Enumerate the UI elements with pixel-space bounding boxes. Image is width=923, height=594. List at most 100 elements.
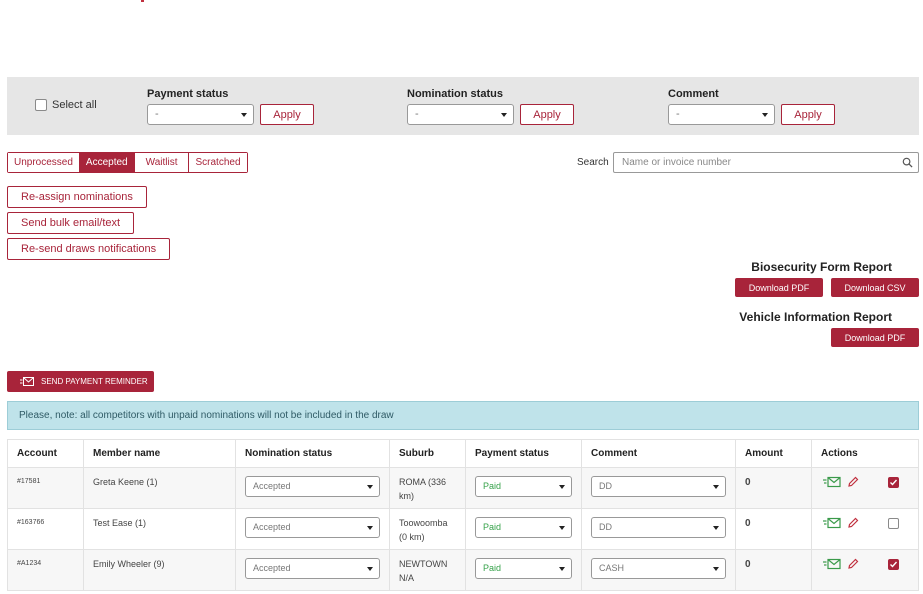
header-amount: Amount [735, 439, 812, 468]
row-checkbox[interactable] [888, 558, 899, 570]
search-icon[interactable] [902, 157, 913, 168]
envelope-icon [20, 377, 34, 386]
caret-down-icon [713, 526, 719, 530]
caret-down-icon [559, 485, 565, 489]
suburb-cell: NEWTOWN N/A [389, 549, 466, 591]
comment-select[interactable]: DD [591, 476, 726, 497]
account-cell: #163766 [7, 508, 84, 550]
caret-down-icon [713, 485, 719, 489]
search-input[interactable]: Name or invoice number [613, 152, 919, 173]
nomination-status-cell: Accepted [235, 508, 390, 550]
send-bulk-email-button[interactable]: Send bulk email/text [7, 212, 135, 234]
pencil-icon[interactable] [847, 476, 859, 488]
nomination-status-label: Nomination status [407, 88, 503, 100]
comment-cell: DD [581, 508, 736, 550]
header-nomination-status: Nomination status [235, 439, 390, 468]
table-row: #A1234 Emily Wheeler (9) Accepted NEWTOW… [7, 549, 919, 591]
nominations-table: Account Member name Nomination status Su… [7, 439, 919, 591]
payment-status-select[interactable]: Paid [475, 517, 572, 538]
send-payment-reminder-button[interactable]: SEND PAYMENT REMINDER [7, 371, 154, 392]
search-label: Search [577, 157, 609, 168]
payment-status-select[interactable]: Paid [475, 476, 572, 497]
header-payment-status: Payment status [465, 439, 582, 468]
payment-status-select[interactable]: - [147, 104, 254, 125]
table-header-row: Account Member name Nomination status Su… [7, 439, 919, 468]
send-email-icon[interactable] [823, 558, 841, 570]
tab-waitlist[interactable]: Waitlist [134, 153, 190, 172]
caret-down-icon [241, 113, 247, 117]
nomination-status-select[interactable]: Accepted [245, 476, 380, 497]
pencil-icon[interactable] [847, 517, 859, 529]
header-member-name: Member name [83, 439, 236, 468]
reassign-nominations-button[interactable]: Re-assign nominations [7, 186, 147, 208]
account-cell: #A1234 [7, 549, 84, 591]
check-icon [890, 561, 898, 568]
actions-cell [811, 508, 919, 550]
header-account: Account [7, 439, 84, 468]
row-checkbox[interactable] [888, 517, 899, 529]
header-suburb: Suburb [389, 439, 466, 468]
resend-draws-button[interactable]: Re-send draws notifications [7, 238, 171, 260]
nomination-status-select[interactable]: - [407, 104, 514, 125]
comment-cell: DD [581, 467, 736, 509]
select-all-checkbox[interactable] [35, 99, 47, 111]
comment-label: Comment [668, 88, 719, 100]
caret-down-icon [559, 567, 565, 571]
biosecurity-report-title: Biosecurity Form Report [751, 260, 892, 274]
payment-status-filter: Payment status - Apply [147, 88, 314, 125]
payment-status-apply-button[interactable]: Apply [260, 104, 314, 125]
member-name-cell: Test Ease (1) [83, 508, 236, 550]
payment-status-cell: Paid [465, 549, 582, 591]
caret-down-icon [559, 526, 565, 530]
nomination-status-apply-button[interactable]: Apply [520, 104, 574, 125]
nomination-status-cell: Accepted [235, 467, 390, 509]
comment-filter: Comment - Apply [668, 88, 835, 125]
nomination-status-select[interactable]: Accepted [245, 517, 380, 538]
table-row: #17581 Greta Keene (1) Accepted ROMA (33… [7, 467, 919, 509]
vehicle-download-pdf-button[interactable]: Download PDF [831, 328, 919, 347]
header-actions: Actions [811, 439, 919, 468]
select-all-label: Select all [52, 99, 97, 111]
check-icon [890, 479, 898, 486]
pencil-icon[interactable] [847, 558, 859, 570]
send-email-icon[interactable] [823, 476, 841, 488]
header-comment: Comment [581, 439, 736, 468]
biosecurity-download-csv-button[interactable]: Download CSV [831, 278, 919, 297]
send-payment-reminder-label: SEND PAYMENT REMINDER [41, 377, 148, 386]
payment-status-label: Payment status [147, 88, 229, 100]
payment-status-cell: Paid [465, 467, 582, 509]
member-name-cell: Greta Keene (1) [83, 467, 236, 509]
payment-status-cell: Paid [465, 508, 582, 550]
nomination-status-filter: Nomination status - Apply [407, 88, 574, 125]
payment-status-select[interactable]: Paid [475, 558, 572, 579]
caret-down-icon [367, 526, 373, 530]
table-row: #163766 Test Ease (1) Accepted Toowoomba… [7, 508, 919, 550]
comment-select[interactable]: - [668, 104, 775, 125]
amount-cell: 0 [735, 549, 812, 591]
tab-unprocessed[interactable]: Unprocessed [8, 153, 80, 172]
nomination-status-cell: Accepted [235, 549, 390, 591]
unpaid-notice: Please, note: all competitors with unpai… [7, 401, 919, 430]
status-tabs: Unprocessed Accepted Waitlist Scratched [7, 152, 248, 173]
row-checkbox[interactable] [888, 476, 899, 488]
select-all-control[interactable]: Select all [35, 99, 97, 111]
caret-down-icon [367, 567, 373, 571]
biosecurity-download-pdf-button[interactable]: Download PDF [735, 278, 823, 297]
comment-cell: CASH [581, 549, 736, 591]
caret-down-icon [367, 485, 373, 489]
actions-cell [811, 549, 919, 591]
comment-apply-button[interactable]: Apply [781, 104, 835, 125]
send-email-icon[interactable] [823, 517, 841, 529]
brand-mark-fragment [141, 0, 144, 2]
tab-scratched[interactable]: Scratched [189, 153, 247, 172]
nomination-status-select[interactable]: Accepted [245, 558, 380, 579]
bulk-filter-bar: Select all Payment status - Apply Nomina… [7, 77, 919, 135]
amount-cell: 0 [735, 508, 812, 550]
comment-select[interactable]: DD [591, 517, 726, 538]
comment-select[interactable]: CASH [591, 558, 726, 579]
suburb-cell: Toowoomba (0 km) [389, 508, 466, 550]
tab-accepted[interactable]: Accepted [79, 153, 135, 172]
search-placeholder: Name or invoice number [622, 157, 731, 168]
account-cell: #17581 [7, 467, 84, 509]
caret-down-icon [713, 567, 719, 571]
